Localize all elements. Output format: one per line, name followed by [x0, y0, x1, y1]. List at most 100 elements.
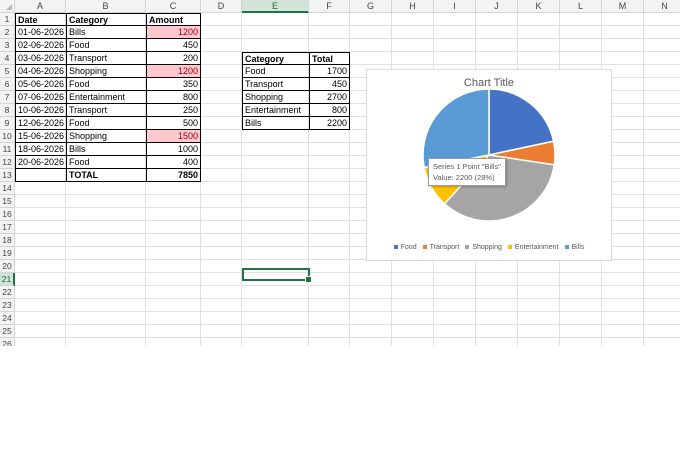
select-all-corner[interactable] — [0, 0, 15, 13]
summary-cell-category[interactable]: Shopping — [242, 91, 309, 104]
cell-date[interactable]: 07-06-2026 — [15, 91, 66, 104]
cell-category[interactable]: Bills — [66, 26, 146, 39]
cell-amount[interactable]: 1200 — [146, 26, 201, 39]
cell-date[interactable]: 15-06-2026 — [15, 130, 66, 143]
cell-category[interactable]: Bills — [66, 143, 146, 156]
legend-item-shopping[interactable]: Shopping — [465, 244, 502, 251]
legend-item-transport[interactable]: Transport — [422, 244, 459, 251]
cell-amount[interactable]: 1200 — [146, 65, 201, 78]
column-header-d[interactable]: D — [201, 0, 242, 13]
row-header-6[interactable]: 6 — [0, 78, 15, 91]
cell-category[interactable]: Food — [66, 39, 146, 52]
column-header-f[interactable]: F — [309, 0, 350, 13]
spreadsheet-grid[interactable]: ABCDEFGHIJKLMN 1 2 3 4 5 6 7 8 9 10 11 12 13 14 15 16 17… — [0, 0, 680, 346]
cell-amount[interactable]: 1500 — [146, 130, 201, 143]
row-header-19[interactable]: 19 — [0, 247, 15, 260]
row-header-17[interactable]: 17 — [0, 221, 15, 234]
row-header-4[interactable]: 4 — [0, 52, 15, 65]
row-header-1[interactable]: 1 — [0, 13, 15, 26]
row-header-13[interactable]: 13 — [0, 169, 15, 182]
cell-category[interactable]: Entertainment — [66, 91, 146, 104]
column-header-h[interactable]: H — [392, 0, 434, 13]
summary-cell-total[interactable]: 2200 — [309, 117, 350, 130]
cell-category[interactable]: Food — [66, 78, 146, 91]
cell-category[interactable]: Transport — [66, 104, 146, 117]
row-header-26[interactable]: 26 — [0, 338, 15, 346]
row-header-15[interactable]: 15 — [0, 195, 15, 208]
cell-date[interactable]: 04-06-2026 — [15, 65, 66, 78]
legend-item-food[interactable]: Food — [393, 244, 417, 251]
summary-cell-category[interactable]: Transport — [242, 78, 309, 91]
header-date[interactable]: Date — [15, 13, 66, 26]
cell-amount[interactable]: 350 — [146, 78, 201, 91]
column-header-c[interactable]: C — [146, 0, 201, 13]
pie-chart[interactable]: Chart Title Food Transport Shopping Enterta… — [366, 69, 612, 261]
legend-item-bills[interactable]: Bills — [564, 244, 584, 251]
column-header-a[interactable]: A — [15, 0, 66, 13]
column-header-e[interactable]: E — [242, 0, 309, 13]
cell-amount[interactable]: 800 — [146, 91, 201, 104]
row-header-24[interactable]: 24 — [0, 312, 15, 325]
summary-header-category[interactable]: Category — [242, 52, 309, 65]
cell-amount[interactable]: 200 — [146, 52, 201, 65]
row-header-2[interactable]: 2 — [0, 26, 15, 39]
cell-date[interactable]: 18-06-2026 — [15, 143, 66, 156]
cell-date[interactable]: 12-06-2026 — [15, 117, 66, 130]
row-header-25[interactable]: 25 — [0, 325, 15, 338]
cell-amount[interactable]: 400 — [146, 156, 201, 169]
header-category[interactable]: Category — [66, 13, 146, 26]
cell-category[interactable]: Shopping — [66, 130, 146, 143]
summary-cell-category[interactable]: Food — [242, 65, 309, 78]
cell-amount[interactable]: 450 — [146, 39, 201, 52]
summary-cell-total[interactable]: 1700 — [309, 65, 350, 78]
row-header-8[interactable]: 8 — [0, 104, 15, 117]
row-header-16[interactable]: 16 — [0, 208, 15, 221]
summary-cell-total[interactable]: 2700 — [309, 91, 350, 104]
cell-category[interactable]: Transport — [66, 52, 146, 65]
column-header-g[interactable]: G — [350, 0, 392, 13]
summary-header-total[interactable]: Total — [309, 52, 350, 65]
cell-date[interactable]: 03-06-2026 — [15, 52, 66, 65]
row-header-9[interactable]: 9 — [0, 117, 15, 130]
cell-category[interactable]: Food — [66, 156, 146, 169]
active-cell-cursor[interactable] — [242, 268, 312, 283]
cell-amount[interactable]: 500 — [146, 117, 201, 130]
row-header-23[interactable]: 23 — [0, 299, 15, 312]
row-header-14[interactable]: 14 — [0, 182, 15, 195]
legend-item-entertainment[interactable]: Entertainment — [507, 244, 559, 251]
cell-date[interactable]: 20-06-2026 — [15, 156, 66, 169]
column-header-k[interactable]: K — [518, 0, 560, 13]
row-header-12[interactable]: 12 — [0, 156, 15, 169]
cell-date[interactable]: 02-06-2026 — [15, 39, 66, 52]
cell-amount[interactable]: 250 — [146, 104, 201, 117]
row-header-3[interactable]: 3 — [0, 39, 15, 52]
summary-cell-category[interactable]: Bills — [242, 117, 309, 130]
pie-slice-bills[interactable] — [422, 88, 490, 169]
column-header-j[interactable]: J — [476, 0, 518, 13]
column-header-b[interactable]: B — [66, 0, 146, 13]
row-header-20[interactable]: 20 — [0, 260, 15, 273]
header-amount[interactable]: Amount — [146, 13, 201, 26]
cell-amount[interactable]: 1000 — [146, 143, 201, 156]
row-header-7[interactable]: 7 — [0, 91, 15, 104]
cell-category[interactable]: Food — [66, 117, 146, 130]
total-label[interactable]: TOTAL — [66, 169, 146, 182]
cell-date[interactable]: 01-06-2026 — [15, 26, 66, 39]
row-header-5[interactable]: 5 — [0, 65, 15, 78]
column-header-l[interactable]: L — [560, 0, 602, 13]
cell-date[interactable]: 05-06-2026 — [15, 78, 66, 91]
column-header-m[interactable]: M — [602, 0, 644, 13]
chart-legend[interactable]: Food Transport Shopping Entertainment Bills — [367, 244, 611, 251]
total-value[interactable]: 7850 — [146, 169, 201, 182]
row-header-10[interactable]: 10 — [0, 130, 15, 143]
row-header-21[interactable]: 21 — [0, 273, 15, 286]
summary-cell-total[interactable]: 800 — [309, 104, 350, 117]
column-header-n[interactable]: N — [644, 0, 680, 13]
cell-category[interactable]: Shopping — [66, 65, 146, 78]
column-header-i[interactable]: I — [434, 0, 476, 13]
row-header-11[interactable]: 11 — [0, 143, 15, 156]
row-header-18[interactable]: 18 — [0, 234, 15, 247]
cell-total-blank[interactable] — [15, 169, 66, 182]
summary-cell-total[interactable]: 450 — [309, 78, 350, 91]
summary-cell-category[interactable]: Entertainment — [242, 104, 309, 117]
